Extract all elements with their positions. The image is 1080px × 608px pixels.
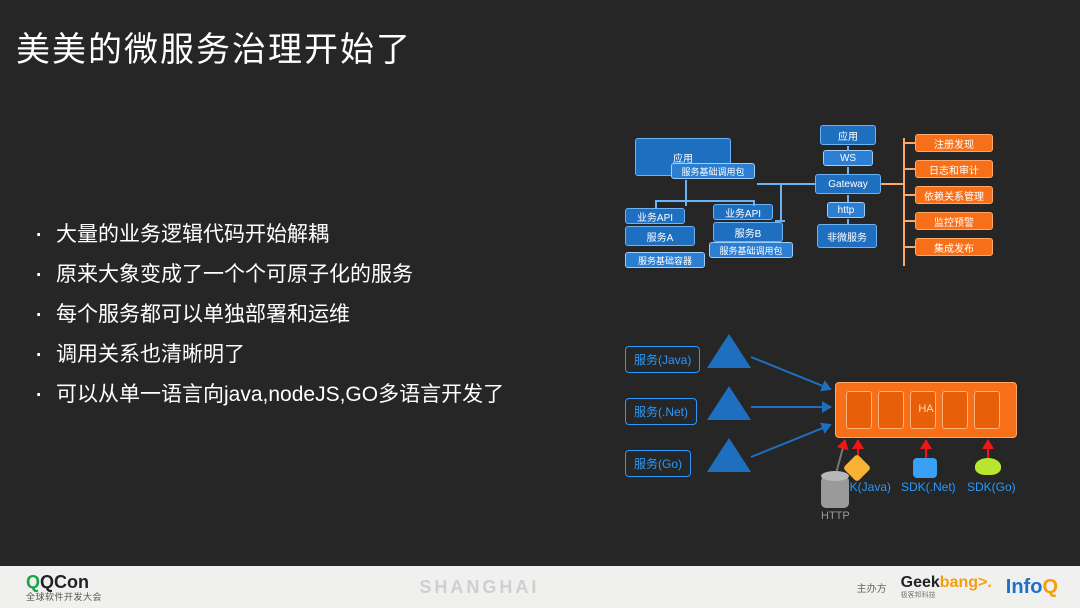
box-ws: WS [823, 150, 873, 166]
side-item: 监控预警 [915, 212, 993, 230]
infoq-logo: InfoQ [1006, 576, 1058, 599]
triangle-icon [707, 438, 751, 472]
box-biz-api2: 业务API [713, 204, 773, 220]
svc-go: 服务(Go) [625, 450, 691, 477]
ha-cluster-box: HA [835, 382, 1017, 438]
bullet-item: 调用关系也清晰明了 [30, 335, 504, 375]
box-base-sub: 服务基础容器 [625, 252, 705, 268]
footer-city: SHANGHAI [102, 577, 857, 598]
bullet-item: 可以从单一语言向java,nodeJS,GO多语言开发了 [30, 375, 504, 415]
http-store-icon [821, 476, 849, 508]
box-non-ms: 非微服务 [817, 224, 877, 248]
box-base-pkg2: 服务基础调用包 [709, 242, 793, 258]
sdk-go-label: SDK(Go) [967, 480, 1016, 494]
ha-label: HA [836, 403, 1016, 415]
sdk-net-icon [913, 458, 937, 478]
side-item: 注册发现 [915, 134, 993, 152]
box-base-pkg1: 服务基础调用包 [671, 163, 755, 179]
side-item: 依赖关系管理 [915, 186, 993, 204]
bullet-item: 每个服务都可以单独部署和运维 [30, 295, 504, 335]
bullet-list: 大量的业务逻辑代码开始解耦 原来大象变成了一个个可原子化的服务 每个服务都可以单… [30, 215, 504, 415]
box-http: http [827, 202, 865, 218]
box-app2: 应用 [820, 125, 876, 145]
top-architecture-diagram: 应用 服务基础调用包 业务API 服务A 服务基础容器 业务API 服务B 服务… [625, 120, 1060, 290]
side-item: 日志和审计 [915, 160, 993, 178]
box-svc-a: 服务A [625, 226, 695, 246]
geekbang-logo: Geekbang>.极客邦科技 [901, 574, 992, 600]
box-gateway: Gateway [815, 174, 881, 194]
footer-host-label: 主办方 [857, 580, 887, 595]
qcon-logo: QQCon 全球软件开发大会 [26, 573, 102, 602]
box-svc-b: 服务B [713, 222, 783, 242]
bottom-architecture-diagram: 服务(Java) 服务(.Net) 服务(Go) HA SDK(Java) SD… [625, 340, 1060, 530]
slide-footer: QQCon 全球软件开发大会 SHANGHAI 主办方 Geekbang>.极客… [0, 566, 1080, 608]
bullet-item: 原来大象变成了一个个可原子化的服务 [30, 255, 504, 295]
svc-java: 服务(Java) [625, 346, 700, 373]
http-label: HTTP [821, 510, 850, 522]
triangle-icon [707, 386, 751, 420]
slide-title: 美美的微服务治理开始了 [16, 22, 412, 71]
sdk-go-icon [975, 458, 1001, 475]
box-biz-api1: 业务API [625, 208, 685, 224]
svc-net: 服务(.Net) [625, 398, 697, 425]
sdk-net-label: SDK(.Net) [901, 480, 956, 494]
triangle-icon [707, 334, 751, 368]
side-item: 集成发布 [915, 238, 993, 256]
bullet-item: 大量的业务逻辑代码开始解耦 [30, 215, 504, 255]
